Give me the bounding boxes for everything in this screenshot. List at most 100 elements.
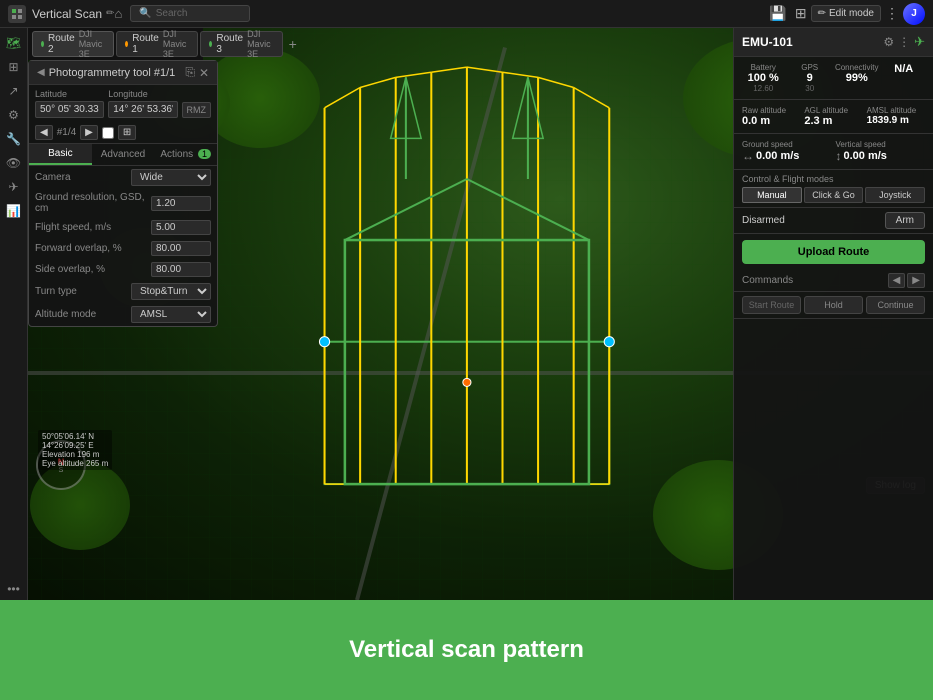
home-icon[interactable]: ⌂: [114, 6, 122, 21]
vertical-speed-label: Vertical speed: [836, 140, 926, 149]
ground-speed-icon: ↔: [742, 149, 754, 163]
wp-prev-button[interactable]: ◀: [35, 125, 53, 140]
left-sidebar: 🗺 ⊞ ↗ ⚙ 🔧 👁 ✈ 📊 •••: [0, 28, 28, 600]
route-tab-1[interactable]: Route 1 DJI Mavic 3E: [116, 31, 198, 57]
tab-advanced[interactable]: Advanced: [92, 144, 155, 165]
start-route-button[interactable]: Start Route: [742, 296, 801, 314]
route-tab-2[interactable]: Route 2 DJI Mavic 3E: [32, 31, 114, 57]
wp-checkbox[interactable]: [102, 127, 114, 139]
status-grid: Battery 100 % 12.60 GPS 9 30 Connectivit…: [734, 57, 933, 100]
waypoint-nav: ◀ #1/4 ▶ ⊞: [29, 122, 217, 144]
app-title: Vertical Scan: [32, 7, 102, 21]
sidebar-item-route[interactable]: ↗: [3, 80, 25, 102]
cmd-prev-button[interactable]: ◀: [888, 273, 906, 288]
sd-icon-button[interactable]: 💾: [765, 3, 790, 24]
turn-type-label: Turn type: [35, 286, 127, 297]
side-overlap-input[interactable]: [151, 262, 211, 277]
agl-alt-label: AGL altitude: [804, 106, 862, 115]
signal-stat: N/A: [883, 63, 925, 93]
speed-label: Flight speed, m/s: [35, 222, 147, 233]
search-placeholder[interactable]: Search: [156, 8, 188, 19]
wp-counter: #1/4: [57, 127, 76, 138]
wp-add-button[interactable]: ⊞: [118, 125, 136, 140]
drone-fly-button[interactable]: ✈: [914, 34, 925, 50]
connectivity-label: Connectivity: [835, 63, 879, 72]
rmz-button[interactable]: RMZ: [182, 102, 212, 118]
actions-badge: 1: [198, 149, 211, 159]
layers-icon-button[interactable]: ⊞: [791, 3, 811, 24]
user-avatar[interactable]: J: [903, 3, 925, 25]
signal-value: N/A: [883, 63, 925, 75]
gsd-input[interactable]: [151, 196, 211, 211]
coordinates-row: Latitude Longitude RMZ: [29, 85, 217, 122]
gps-label: GPS: [788, 63, 830, 72]
continue-button[interactable]: Continue: [866, 296, 925, 314]
route-dot-3: [209, 41, 212, 47]
camera-select[interactable]: Wide: [131, 169, 211, 186]
sidebar-item-drone[interactable]: ✈: [3, 176, 25, 198]
altitude-mode-label: Altitude mode: [35, 309, 127, 320]
battery-stat: Battery 100 % 12.60: [742, 63, 784, 93]
add-route-button[interactable]: +: [285, 36, 301, 52]
app-logo: [8, 5, 26, 23]
upload-route-button[interactable]: Upload Route: [742, 240, 925, 264]
raw-alt-value: 0.0 m: [742, 115, 800, 127]
side-overlap-label: Side overlap, %: [35, 264, 147, 275]
sidebar-item-view[interactable]: 👁: [3, 152, 25, 174]
turn-type-row: Turn type Stop&Turn: [29, 280, 217, 303]
tab-actions[interactable]: Actions 1: [154, 144, 217, 165]
panel-back-button[interactable]: ◀: [37, 67, 45, 78]
cmd-next-button[interactable]: ▶: [907, 273, 925, 288]
mode-joystick-button[interactable]: Joystick: [865, 187, 925, 203]
longitude-input[interactable]: [108, 101, 177, 118]
vertical-speed: Vertical speed ↕ 0.00 m/s: [836, 140, 926, 163]
drone-settings-button[interactable]: ⚙: [883, 34, 894, 50]
hold-button[interactable]: Hold: [804, 296, 863, 314]
agl-alt: AGL altitude 2.3 m: [804, 106, 862, 127]
latitude-input[interactable]: [35, 101, 104, 118]
sidebar-item-settings[interactable]: ⚙: [3, 104, 25, 126]
drone-header: EMU-101 ⚙ ⋮ ✈: [734, 28, 933, 57]
edit-mode-icon: ✏: [818, 8, 826, 19]
vertical-speed-icon: ↕: [836, 149, 842, 163]
arm-button[interactable]: Arm: [885, 212, 925, 229]
sidebar-item-map[interactable]: 🗺: [3, 32, 25, 54]
turn-type-select[interactable]: Stop&Turn: [131, 283, 211, 300]
panel-close-button[interactable]: ✕: [199, 65, 209, 80]
forward-overlap-input[interactable]: [151, 241, 211, 256]
mode-manual-button[interactable]: Manual: [742, 187, 802, 203]
wp-next-button[interactable]: ▶: [80, 125, 98, 140]
drone-header-icons: ⚙ ⋮ ✈: [883, 34, 925, 50]
route-3-label: Route 3: [216, 33, 243, 55]
route-tab-3[interactable]: Route 3 DJI Mavic 3E: [200, 31, 282, 57]
altitude-mode-row: Altitude mode AMSL: [29, 303, 217, 326]
edit-mode-button[interactable]: ✏ Edit mode: [811, 5, 881, 22]
mode-click-go-button[interactable]: Click & Go: [804, 187, 864, 203]
speed-row: Flight speed, m/s: [29, 217, 217, 238]
battery-value: 100 %: [742, 72, 784, 84]
battery-sub: 12.60: [742, 84, 784, 93]
app: N S 50°05'06.14' N 14°26'09.25' E Elevat…: [0, 0, 933, 700]
search-box: 🔍 Search: [130, 5, 250, 22]
modes-label: Control & Flight modes: [742, 174, 834, 184]
altitude-grid: Raw altitude 0.0 m AGL altitude 2.3 m AM…: [734, 100, 933, 134]
battery-label: Battery: [742, 63, 784, 72]
sidebar-item-tools[interactable]: 🔧: [3, 128, 25, 150]
route-dot-1: [125, 41, 128, 47]
altitude-mode-select[interactable]: AMSL: [131, 306, 211, 323]
sidebar-item-layers[interactable]: ⊞: [3, 56, 25, 78]
vertical-speed-value: 0.00 m/s: [844, 150, 887, 162]
route-1-label: Route 1: [132, 33, 159, 55]
agl-alt-value: 2.3 m: [804, 115, 862, 127]
connectivity-value: 99%: [835, 72, 879, 84]
speed-input[interactable]: [151, 220, 211, 235]
panel-copy-button[interactable]: ⎘: [185, 65, 195, 80]
sidebar-item-analytics[interactable]: 📊: [3, 200, 25, 222]
tab-basic[interactable]: Basic: [29, 144, 92, 165]
route-1-model: DJI Mavic 3E: [163, 29, 190, 59]
sidebar-item-more[interactable]: •••: [3, 578, 25, 600]
gsd-row: Ground resolution, GSD, cm: [29, 189, 217, 217]
more-options-button[interactable]: ⋮: [881, 3, 903, 24]
drone-id: EMU-101: [742, 35, 793, 49]
drone-more-button[interactable]: ⋮: [898, 34, 910, 50]
